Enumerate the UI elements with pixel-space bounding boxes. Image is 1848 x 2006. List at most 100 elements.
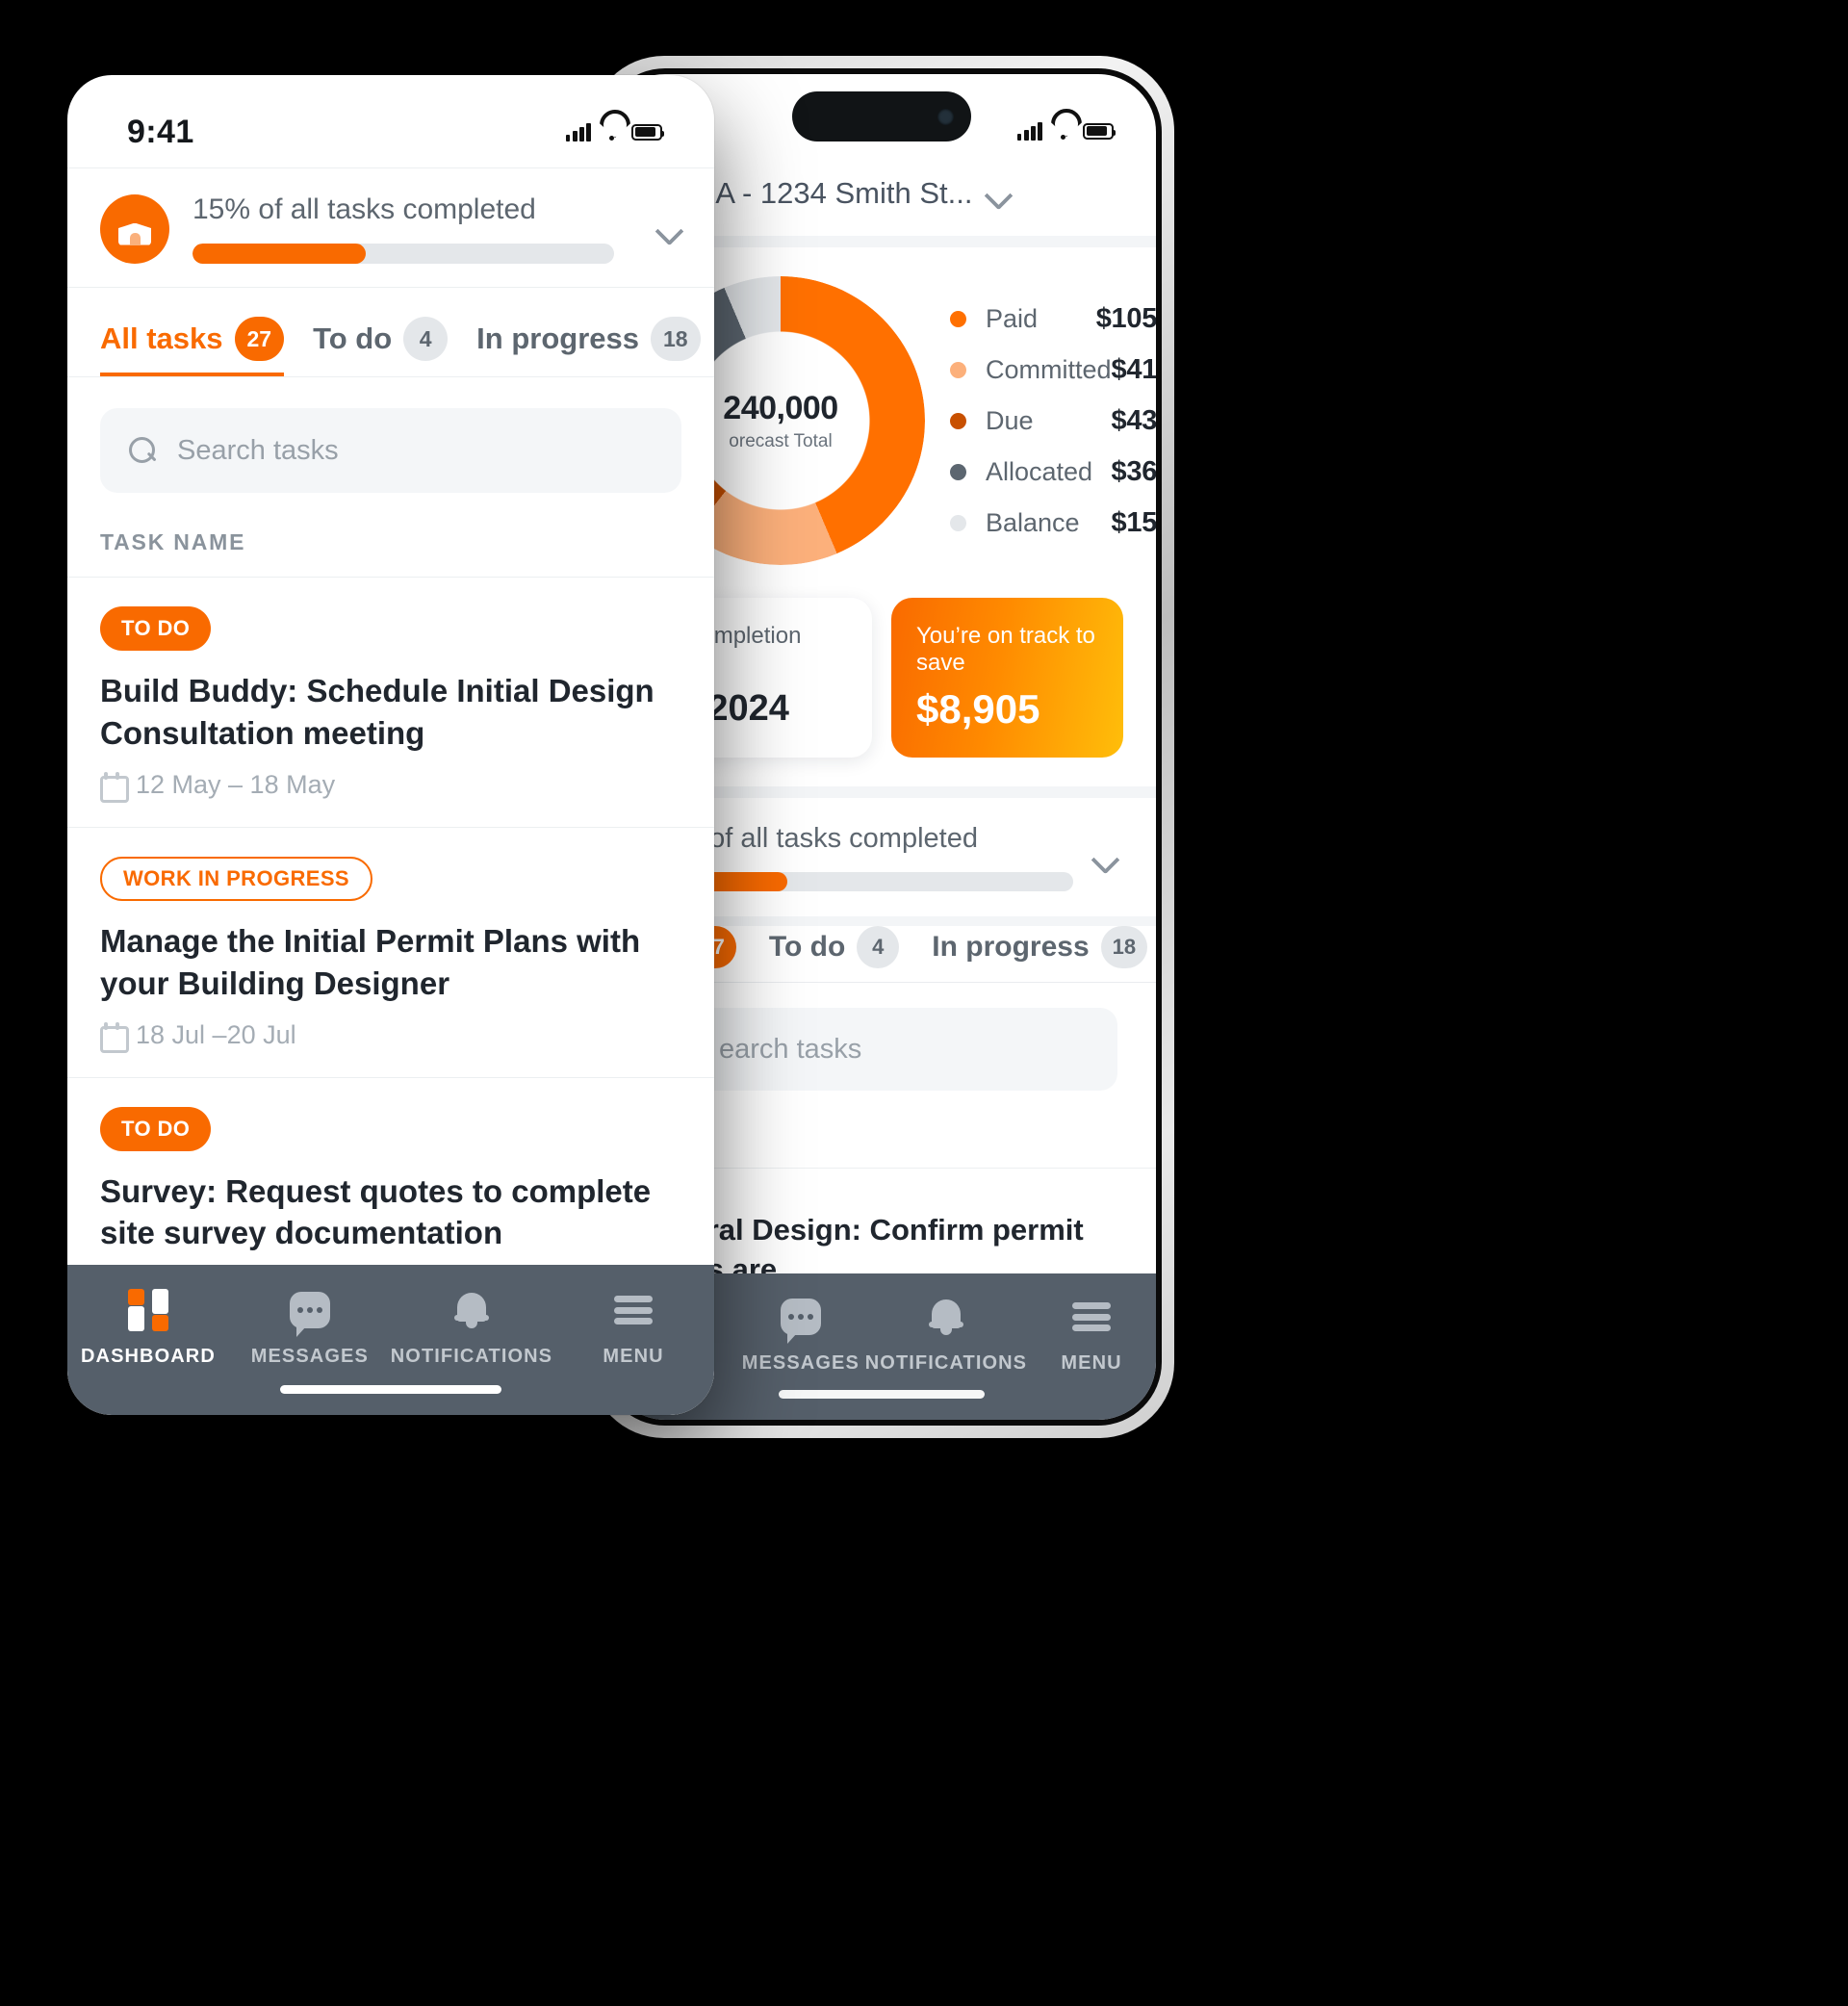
list-item[interactable]: TO DO Build Buddy: Schedule Initial Desi…: [67, 578, 714, 827]
legend-label: Due: [986, 405, 1034, 435]
task-title: Survey: Request quotes to complete site …: [100, 1172, 652, 1251]
task-date-range: 12 May – 18 May: [136, 769, 336, 799]
front-task-tabs: All tasks 27 To do 4 In progress 18 Over…: [67, 288, 714, 376]
nav-label: MENU: [1061, 1352, 1122, 1374]
home-indicator: [280, 1385, 501, 1394]
legend-item-allocated: Allocated $36,000: [950, 456, 1156, 488]
legend-item-committed: Committed $41,000: [950, 354, 1156, 386]
list-item[interactable]: WORK IN PROGRESS Manage the Initial Perm…: [67, 828, 714, 1077]
search-input[interactable]: Search tasks: [100, 408, 681, 493]
legend-label: Allocated: [986, 456, 1093, 486]
tab-in-progress[interactable]: In progress 18: [932, 926, 1148, 982]
legend-dot-icon: [950, 463, 966, 480]
legend-dot-icon: [950, 310, 966, 327]
savings-label: You’re on track to save: [916, 623, 1095, 676]
status-icons: [565, 122, 665, 141]
nav-notifications[interactable]: NOTIFICATIONS: [865, 1295, 1027, 1375]
legend-value: $41,000: [1111, 353, 1156, 385]
notifications-icon: [453, 1288, 489, 1332]
cellular-signal-icon: [565, 122, 591, 141]
status-badge: WORK IN PROGRESS: [100, 856, 372, 901]
nav-messages[interactable]: MESSAGES: [229, 1288, 391, 1368]
nav-messages[interactable]: MESSAGES: [736, 1295, 865, 1375]
legend-item-paid: Paid $105,000: [950, 303, 1156, 335]
tab-label: All tasks: [100, 321, 223, 355]
status-time: 9:41: [127, 113, 194, 150]
budget-legend: Paid $105,000 Committed $41,000 Due $43,…: [935, 303, 1156, 539]
nav-label: MESSAGES: [250, 1346, 369, 1367]
search-placeholder: earch tasks: [719, 1033, 862, 1065]
legend-value: $15,000: [1111, 506, 1156, 538]
nav-label: MESSAGES: [741, 1352, 860, 1374]
nav-menu[interactable]: MENU: [552, 1288, 714, 1368]
tab-label: To do: [313, 321, 393, 355]
nav-menu[interactable]: MENU: [1027, 1295, 1156, 1375]
dynamic-island: [792, 91, 971, 141]
chevron-down-icon[interactable]: [656, 217, 681, 242]
cellular-signal-icon: [1016, 121, 1042, 141]
messages-icon: [780, 1295, 821, 1344]
progress-label: 15% of all tasks completed: [192, 193, 536, 225]
calendar-icon: [100, 1022, 129, 1053]
column-header-task-name: TASK NAME: [100, 529, 246, 554]
tab-count-badge: 4: [403, 317, 449, 361]
forecast-total-label: orecast Total: [729, 430, 833, 451]
legend-item-balance: Balance $15,000: [950, 507, 1156, 539]
battery-icon: [1083, 122, 1116, 140]
front-phone-screen: 9:41 15% of all tasks completed All task…: [67, 75, 714, 1415]
menu-icon: [1072, 1295, 1112, 1339]
tab-count-badge: 18: [1100, 926, 1148, 968]
tab-count-badge: 18: [651, 317, 701, 361]
nav-label: NOTIFICATIONS: [390, 1346, 553, 1367]
nav-label: MENU: [603, 1346, 664, 1367]
tab-to-do[interactable]: To do 4: [313, 317, 449, 376]
nav-label: NOTIFICATIONS: [864, 1352, 1028, 1374]
task-title: Build Buddy: Schedule Initial Design Con…: [100, 673, 654, 751]
task-title: Manage the Initial Permit Plans with you…: [100, 922, 641, 1001]
nav-label: DASHBOARD: [80, 1346, 216, 1367]
front-camera-icon: [937, 108, 954, 125]
tab-all-tasks[interactable]: All tasks 27: [100, 317, 285, 376]
chevron-down-icon[interactable]: [1092, 845, 1117, 870]
front-bottom-nav: DASHBOARD MESSAGES NOTIFICATIONS MENU: [67, 1265, 714, 1415]
legend-label: Paid: [986, 303, 1039, 333]
tab-to-do[interactable]: To do 4: [768, 926, 900, 982]
wifi-icon: [1051, 122, 1074, 141]
progress-bar: [192, 244, 614, 264]
tab-in-progress[interactable]: In progress 18: [476, 317, 701, 376]
legend-value: $43,000: [1111, 404, 1156, 436]
messages-icon: [289, 1288, 330, 1337]
nav-dashboard[interactable]: DASHBOARD: [67, 1288, 229, 1368]
menu-icon: [614, 1288, 654, 1332]
chevron-down-icon[interactable]: [986, 181, 1011, 206]
front-progress-block: 15% of all tasks completed: [67, 168, 714, 287]
back-search-input[interactable]: earch tasks: [646, 1008, 1117, 1091]
tab-label: To do: [768, 931, 846, 963]
status-icons: [1016, 121, 1116, 141]
task-date-range: 18 Jul –20 Jul: [136, 1019, 296, 1049]
savings-card[interactable]: You’re on track to save $8,905: [891, 598, 1123, 758]
dashboard-icon: [127, 1288, 168, 1332]
legend-value: $105,000: [1095, 302, 1156, 334]
legend-dot-icon: [950, 514, 966, 531]
tab-label: In progress: [932, 931, 1090, 963]
front-status-bar: 9:41: [67, 75, 714, 167]
forecast-total-amount: 240,000: [723, 389, 838, 426]
home-icon[interactable]: [100, 193, 169, 264]
screenshot-stage: oject A - 1234 Smith St... 240,000 oreca…: [0, 0, 1848, 2006]
tabs-divider: [67, 376, 714, 377]
notifications-icon: [928, 1295, 963, 1339]
tab-count-badge: 27: [234, 317, 285, 361]
wifi-icon: [600, 123, 623, 141]
legend-label: Balance: [986, 507, 1080, 537]
nav-notifications[interactable]: NOTIFICATIONS: [391, 1288, 552, 1368]
search-icon: [129, 437, 156, 464]
tab-label: In progress: [476, 321, 639, 355]
legend-label: Committed: [986, 354, 1112, 384]
legend-item-due: Due $43,000: [950, 405, 1156, 437]
search-placeholder: Search tasks: [177, 434, 339, 466]
home-indicator: [779, 1390, 985, 1399]
savings-value: $8,905: [916, 686, 1040, 732]
task-dates: 18 Jul –20 Jul: [100, 1019, 681, 1053]
calendar-icon: [100, 772, 129, 804]
